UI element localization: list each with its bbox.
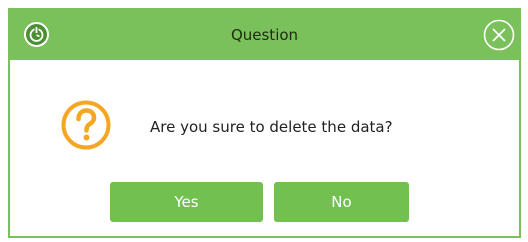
close-icon[interactable] — [483, 19, 515, 51]
question-mark-icon — [61, 100, 111, 150]
question-dialog: Question Are you sure to delete the data… — [8, 8, 521, 238]
dialog-title: Question — [230, 26, 299, 44]
dialog-message: Are you sure to delete the data? — [150, 118, 393, 136]
title-bar: Question — [10, 10, 519, 60]
yes-button[interactable]: Yes — [110, 182, 263, 222]
no-button[interactable]: No — [274, 182, 409, 222]
